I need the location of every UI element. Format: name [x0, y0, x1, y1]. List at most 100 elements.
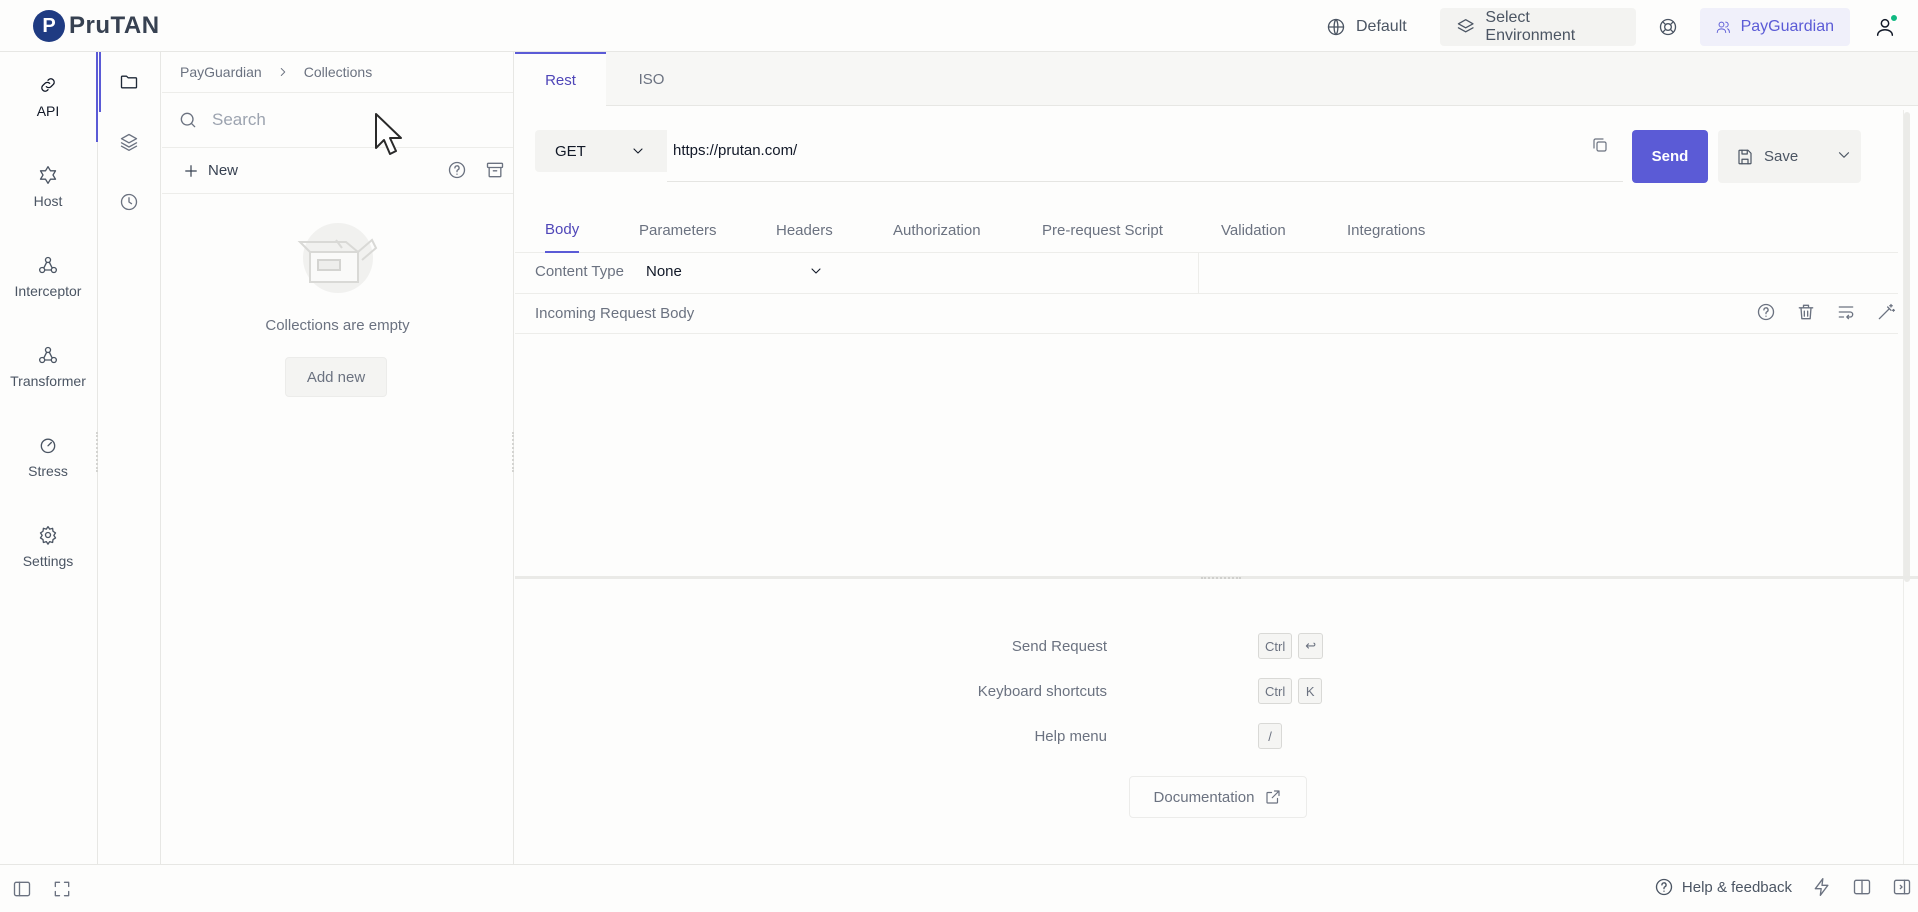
send-button[interactable]: Send — [1632, 130, 1708, 183]
nav-stress[interactable]: Stress — [0, 412, 96, 502]
default-label: Default — [1356, 18, 1407, 35]
add-new-collection-button[interactable]: Add new — [285, 357, 387, 397]
protocol-tabs: Rest ISO — [515, 52, 1918, 106]
logo-mark: P — [33, 10, 65, 42]
help-icon[interactable] — [447, 160, 467, 180]
body-header: Incoming Request Body — [515, 294, 1898, 334]
subnav-environments[interactable] — [99, 112, 159, 172]
nav-settings[interactable]: Settings — [0, 502, 96, 592]
tab-integrations[interactable]: Integrations — [1347, 207, 1425, 253]
tab-iso[interactable]: ISO — [606, 52, 697, 106]
link-icon — [41, 78, 55, 92]
documentation-link[interactable]: Documentation — [1129, 776, 1307, 818]
support-button[interactable] — [1650, 8, 1686, 46]
transformer-icon — [39, 346, 57, 364]
content-type-select[interactable]: None — [646, 263, 824, 280]
rail-resize-handle[interactable] — [96, 432, 98, 472]
body-editor[interactable] — [515, 334, 1898, 578]
workspace-button[interactable]: PayGuardian — [1700, 8, 1850, 46]
top-bar: P PruTAN Default Select Environment PayG… — [0, 0, 1918, 52]
method-value: GET — [555, 142, 586, 160]
mouse-cursor-icon — [375, 113, 402, 155]
tab-body[interactable]: Body — [545, 207, 580, 253]
subnav-history[interactable] — [99, 172, 159, 232]
default-button[interactable]: Default — [1310, 8, 1423, 46]
content-type-label: Content Type — [535, 263, 624, 280]
new-toolbar: New — [162, 148, 513, 194]
app-logo[interactable]: P PruTAN — [33, 10, 160, 42]
tab-pre-request-script[interactable]: Pre-request Script — [1042, 207, 1163, 253]
pane-resize-handle[interactable] — [1201, 577, 1241, 581]
layers-icon — [1457, 19, 1474, 33]
tab-parameters[interactable]: Parameters — [639, 207, 717, 253]
host-icon — [39, 166, 57, 184]
subnav-collections[interactable] — [99, 52, 159, 112]
right-panel-icon[interactable] — [1892, 877, 1912, 897]
help-feedback-button[interactable]: Help & feedback — [1654, 877, 1792, 897]
copy-icon[interactable] — [1591, 136, 1609, 154]
gauge-icon — [40, 438, 56, 454]
documentation-label: Documentation — [1153, 788, 1255, 806]
magic-wand-icon[interactable] — [1876, 302, 1896, 322]
breadcrumb-workspace[interactable]: PayGuardian — [180, 64, 262, 80]
nav-host[interactable]: Host — [0, 142, 96, 232]
sidebar-toggle-icon[interactable] — [12, 879, 32, 899]
content-type-row: Content Type None — [515, 252, 1898, 294]
new-collection-button[interactable]: New — [182, 162, 238, 180]
search-icon — [180, 112, 196, 128]
shortcut-key: Ctrl — [1258, 633, 1293, 659]
chevron-down-icon — [811, 268, 821, 274]
divider — [1198, 252, 1199, 294]
shortcut-label: Keyboard shortcuts — [977, 682, 1107, 700]
tab-headers[interactable]: Headers — [776, 207, 833, 253]
workspace-label: PayGuardian — [1740, 18, 1834, 35]
status-bar: Help & feedback — [0, 864, 1918, 912]
nav-api-label: API — [36, 103, 60, 119]
content-type-value: None — [646, 263, 682, 280]
request-workspace: Rest ISO GET Send Save Body Parameters H… — [515, 52, 1918, 910]
nav-api[interactable]: API — [0, 52, 98, 142]
online-status-dot — [1890, 14, 1898, 22]
chevron-down-icon[interactable] — [1835, 146, 1853, 164]
search-input[interactable] — [212, 110, 492, 130]
help-icon[interactable] — [1756, 302, 1776, 322]
chevron-down-icon — [633, 148, 643, 154]
panel-resize-handle[interactable] — [512, 432, 514, 472]
breadcrumb-collections: Collections — [303, 64, 373, 80]
users-icon — [1716, 21, 1730, 33]
shortcut-label: Send Request — [1011, 637, 1107, 655]
tab-authorization[interactable]: Authorization — [893, 207, 981, 253]
method-select[interactable]: GET — [535, 130, 667, 172]
url-field — [667, 130, 1623, 182]
plus-icon — [185, 164, 197, 177]
breadcrumb: PayGuardian Collections — [180, 64, 372, 80]
primary-nav: API Host Interceptor Transformer Stress … — [0, 52, 98, 864]
tab-validation[interactable]: Validation — [1221, 207, 1286, 253]
trash-icon[interactable] — [1796, 302, 1816, 322]
help-icon — [1655, 878, 1673, 896]
account-button[interactable] — [1868, 8, 1902, 46]
vertical-scrollbar[interactable] — [1904, 112, 1910, 582]
url-input[interactable] — [667, 142, 1547, 159]
tab-rest[interactable]: Rest — [515, 52, 606, 106]
save-button[interactable]: Save — [1718, 130, 1861, 183]
external-link-icon — [1266, 790, 1281, 804]
interceptor-icon — [39, 256, 57, 274]
save-label: Save — [1764, 148, 1799, 165]
lifebuoy-icon — [1659, 18, 1677, 36]
nav-transformer[interactable]: Transformer — [0, 322, 96, 412]
shortcut-key: Ctrl — [1258, 678, 1293, 704]
split-view-icon[interactable] — [1852, 877, 1872, 897]
archive-icon[interactable] — [485, 160, 505, 180]
lightning-icon[interactable] — [1812, 877, 1832, 897]
shortcut-keyboard-shortcuts: Keyboard shortcuts Ctrl K — [515, 677, 1918, 705]
nav-interceptor[interactable]: Interceptor — [0, 232, 96, 322]
shortcut-key: / — [1258, 723, 1282, 749]
collections-panel: PayGuardian Collections New Collections … — [162, 52, 514, 864]
layers-icon — [120, 133, 138, 151]
fullscreen-icon[interactable] — [52, 879, 72, 899]
folder-icon — [120, 75, 138, 89]
wrap-lines-icon[interactable] — [1836, 302, 1856, 322]
search-bar — [162, 92, 513, 148]
select-environment-button[interactable]: Select Environment — [1440, 8, 1636, 46]
